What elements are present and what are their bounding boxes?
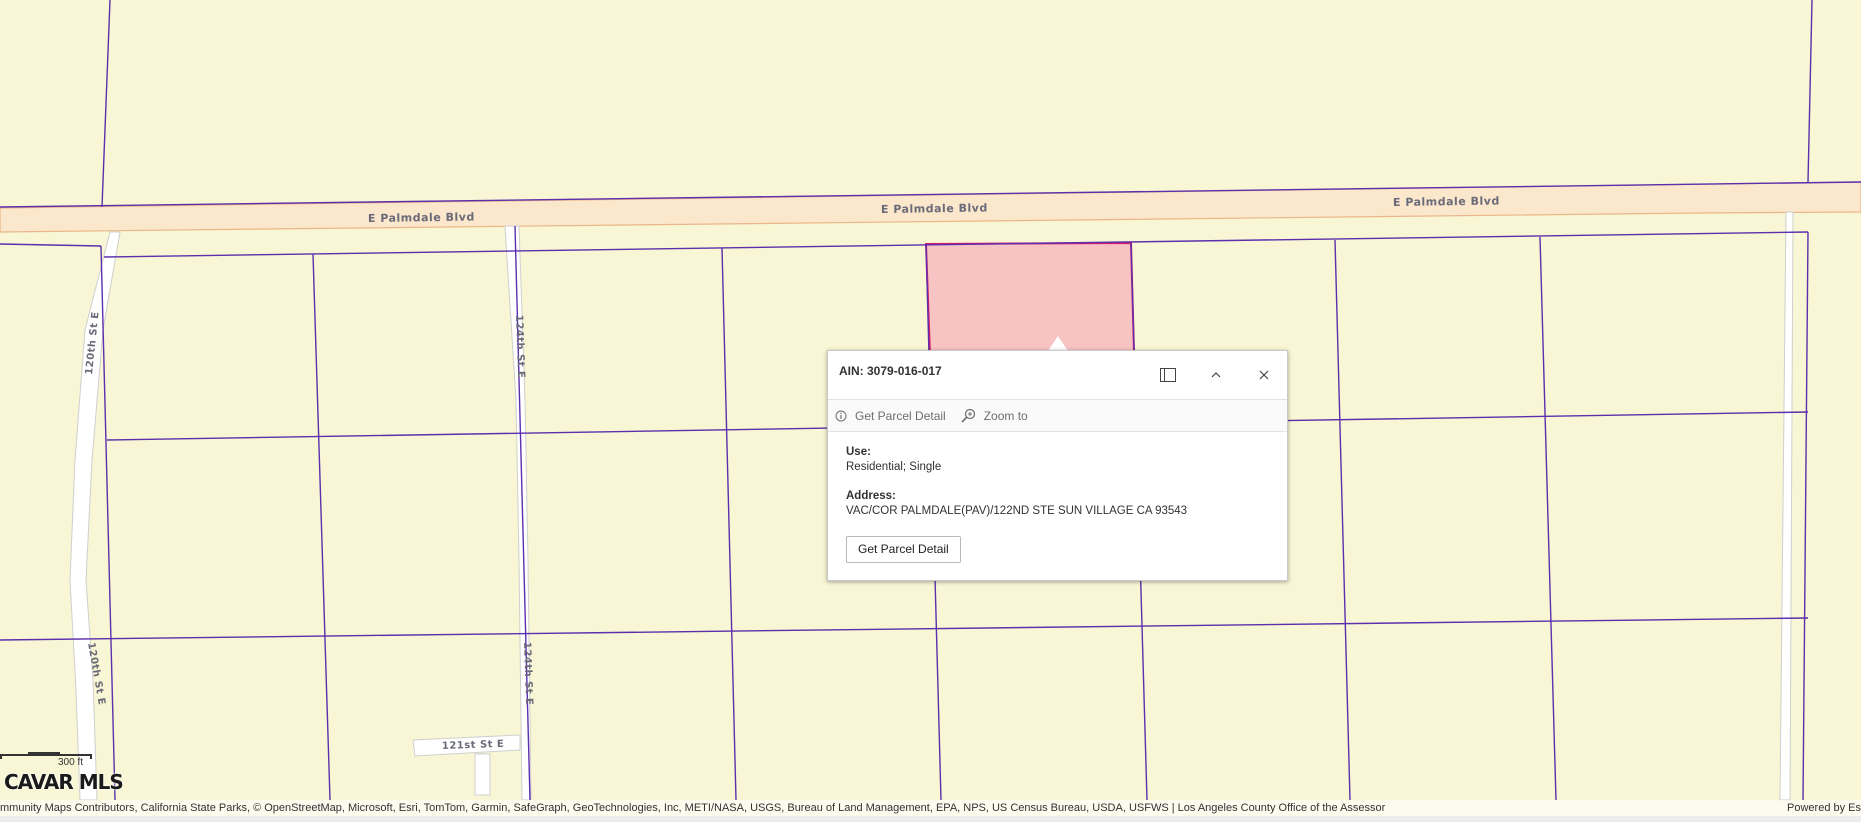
parcel-popup: AIN: 3079-016-017 Get Parcel Detail Zoom…: [827, 350, 1288, 581]
124th-st-label: 124th St E: [513, 315, 526, 379]
get-parcel-detail-action[interactable]: Get Parcel Detail: [835, 409, 946, 423]
zoom-in-icon: [961, 408, 975, 423]
close-icon: [1259, 370, 1269, 380]
popup-actions-bar: Get Parcel Detail Zoom to: [828, 399, 1287, 432]
popup-title: AIN: 3079-016-017: [839, 364, 942, 378]
powered-by-link[interactable]: Powered by Es: [1787, 800, 1861, 816]
address-value: VAC/COR PALMDALE(PAV)/122ND STE SUN VILL…: [846, 505, 1188, 517]
palmdale-blvd-label: E Palmdale Blvd: [881, 202, 988, 216]
popup-body: Use: Residential; Single Address: VAC/CO…: [846, 445, 1275, 533]
dock-button[interactable]: [1156, 363, 1180, 387]
get-parcel-detail-button[interactable]: Get Parcel Detail: [846, 536, 961, 563]
get-parcel-detail-action-label: Get Parcel Detail: [855, 408, 946, 423]
scale-bar: 300 ft: [0, 752, 95, 768]
palmdale-blvd-label: E Palmdale Blvd: [368, 211, 475, 225]
121st-st-stub: [474, 753, 491, 796]
scale-bar-segment: [28, 752, 60, 754]
scale-bar-label: 300 ft: [58, 757, 84, 768]
attribution-text: mmunity Maps Contributors, California St…: [0, 802, 1386, 814]
zoom-to-action-label: Zoom to: [983, 408, 1028, 423]
zoom-to-action[interactable]: Zoom to: [961, 408, 1028, 423]
121st-st-label: 121st St E: [442, 739, 505, 752]
close-button[interactable]: [1252, 363, 1276, 387]
chevron-up-icon: [1211, 372, 1221, 378]
cavar-mls-logo: CAVAR MLS: [4, 770, 124, 794]
popup-header: AIN: 3079-016-017: [828, 351, 1287, 399]
bottom-strip: [0, 816, 1861, 822]
124th-st-label: 124th St E: [521, 642, 534, 706]
map-attribution: mmunity Maps Contributors, California St…: [0, 800, 1861, 816]
info-icon: [835, 410, 847, 421]
use-value: Residential; Single: [846, 461, 942, 473]
use-label: Use:: [846, 446, 871, 458]
selected-parcel[interactable]: [924, 241, 1136, 357]
collapse-button[interactable]: [1204, 363, 1228, 387]
address-label: Address:: [846, 490, 896, 502]
popup-pointer: [1048, 336, 1068, 351]
dock-icon: [1160, 368, 1176, 382]
palmdale-blvd-label: E Palmdale Blvd: [1393, 195, 1500, 209]
